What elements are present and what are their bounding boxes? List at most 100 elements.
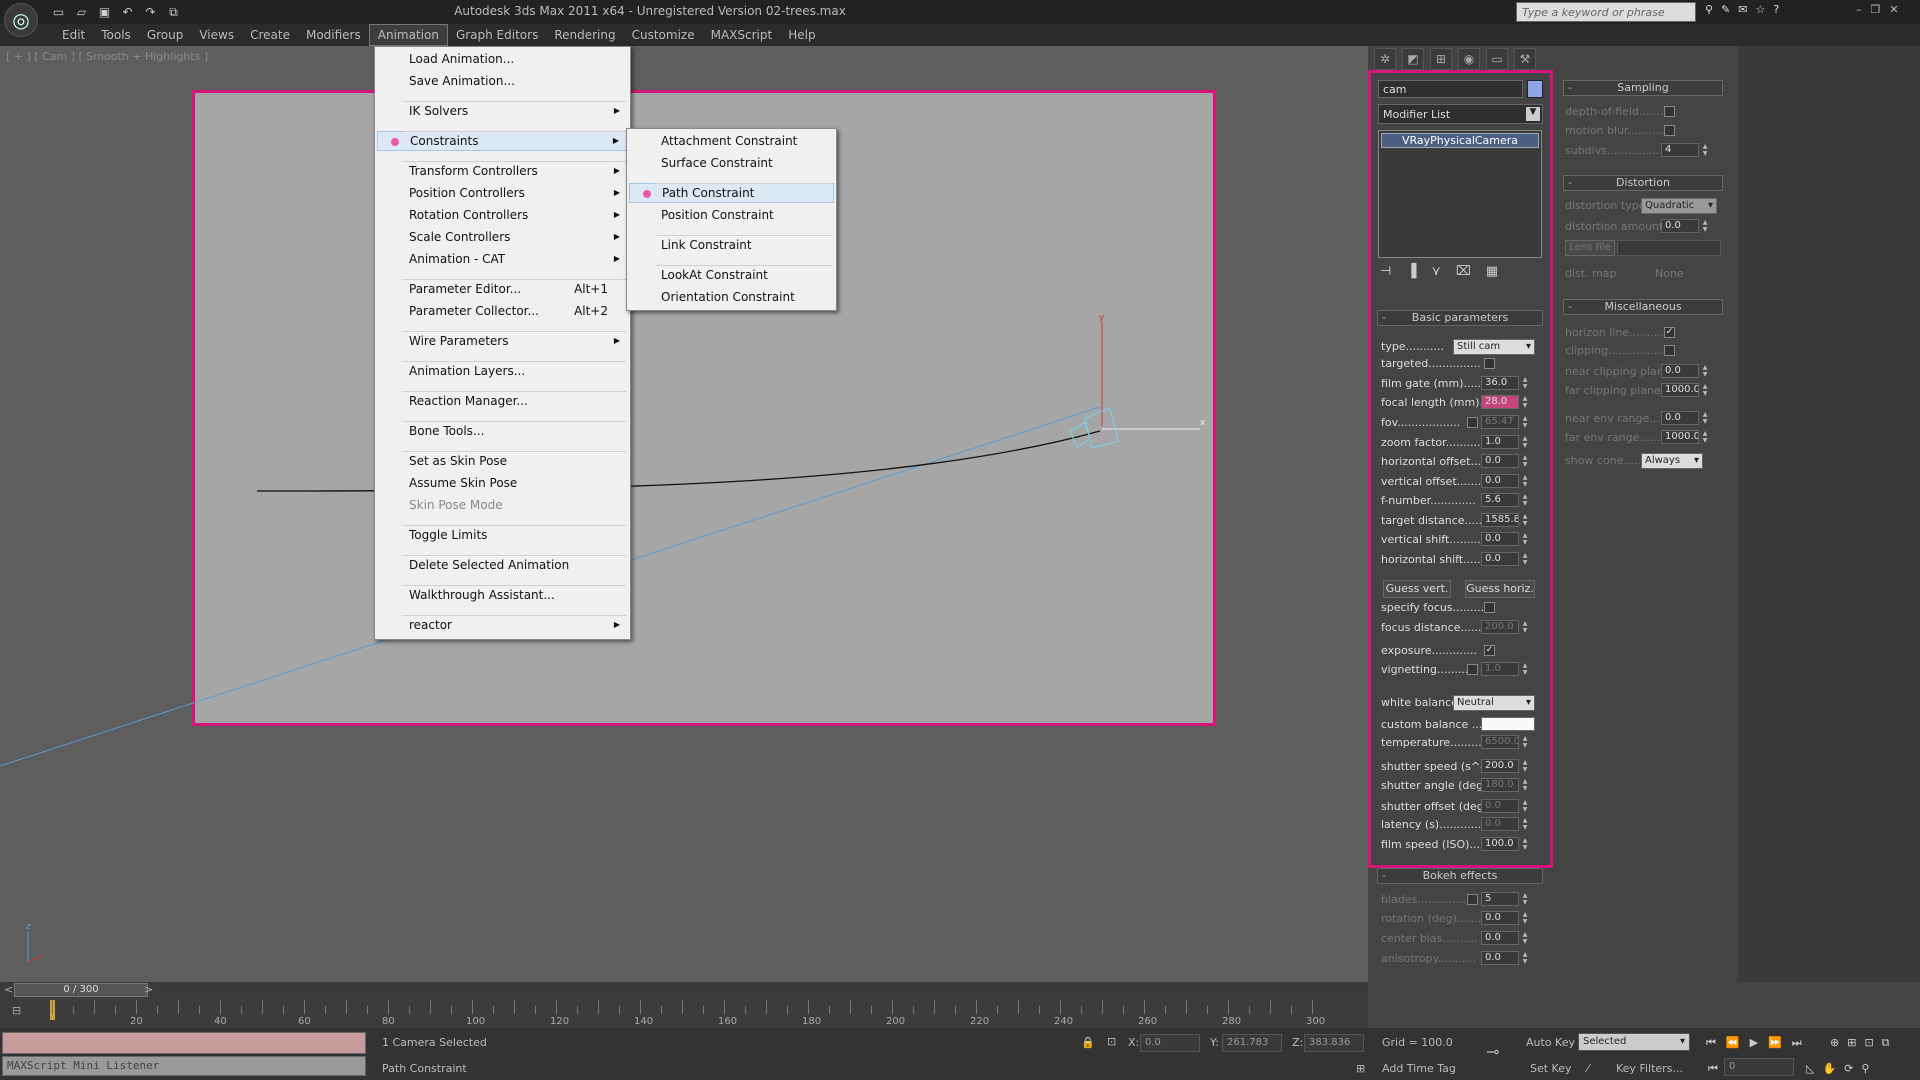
menu-item-set-as-skin-pose[interactable]: Set as Skin Pose [377,451,628,471]
param-spinner-field[interactable]: 200.0 [1481,620,1519,634]
modify-tab-icon[interactable]: ◩ [1402,48,1424,70]
menu-tools[interactable]: Tools [93,24,139,46]
menu-item-scale-controllers[interactable]: Scale Controllers ▶ [377,227,628,247]
param-checkbox[interactable] [1467,417,1478,428]
param-spinner-field[interactable]: 0.0 [1481,454,1519,468]
spinner-arrows-icon[interactable]: ▲ ▼ [1521,454,1529,468]
key-mode-toggle-icon[interactable]: ⏮ [1708,1062,1718,1076]
set-keys-icon[interactable]: ⁄ [1587,1062,1589,1075]
menu-item-reactor[interactable]: reactor ▶ [377,615,628,635]
absolute-mode-icon[interactable]: ⊡ [1107,1035,1116,1048]
menu-graph-editors[interactable]: Graph Editors [448,24,546,46]
show-cone-dropdown[interactable]: Always [1641,453,1703,469]
open-mini-curve-editor-icon[interactable]: ⊟ [12,1004,21,1017]
maxscript-listener-output[interactable] [2,1032,366,1054]
menu-create[interactable]: Create [242,24,298,46]
menu-item-rotation-controllers[interactable]: Rotation Controllers ▶ [377,205,628,225]
menu-item-reaction-manager[interactable]: Reaction Manager... [377,391,628,411]
spinner-arrows-icon[interactable]: ▲ ▼ [1521,493,1529,507]
spinner-arrows-icon[interactable]: ▲ ▼ [1521,911,1529,925]
search-input[interactable]: Type a keyword or phrase [1516,2,1696,22]
param-spinner-field[interactable]: 0.0 [1481,799,1519,813]
param-checkbox[interactable] [1484,602,1495,613]
spinner-arrows-icon[interactable]: ▲ ▼ [1521,552,1529,566]
menu-animation[interactable]: Animation [368,24,448,46]
current-frame-field[interactable]: 0 [1724,1058,1794,1076]
close-icon[interactable]: ✕ [1889,3,1898,16]
param-spinner-field[interactable]: 5.6 [1481,493,1519,507]
subscription-icon[interactable]: ✎ [1721,3,1730,16]
menu-item-parameter-editor[interactable]: Parameter Editor... Alt+1 [377,279,628,299]
menu-views[interactable]: Views [191,24,242,46]
spinner-arrows-icon[interactable]: ▲ ▼ [1701,364,1709,378]
create-tab-icon[interactable]: ✲ [1374,48,1396,70]
param-checkbox[interactable] [1467,894,1478,905]
new-file-icon[interactable]: ▭ [50,4,67,21]
spinner-arrows-icon[interactable]: ▲ ▼ [1701,219,1709,233]
spinner-arrows-icon[interactable]: ▲ ▼ [1701,143,1709,157]
param-spinner-field[interactable]: 0.0 [1481,931,1519,945]
distortion-type-dropdown[interactable]: Quadratic [1641,198,1717,214]
spinner-arrows-icon[interactable]: ▲ ▼ [1521,759,1529,773]
spinner-arrows-icon[interactable]: ▲ ▼ [1521,532,1529,546]
spinner-arrows-icon[interactable]: ▲ ▼ [1521,892,1529,906]
spinner-arrows-icon[interactable]: ▲ ▼ [1521,735,1529,749]
spinner-arrows-icon[interactable]: ▲ ▼ [1521,376,1529,390]
configure-modifier-sets-icon[interactable]: ▦ [1486,264,1498,279]
motion-tab-icon[interactable]: ◉ [1458,48,1480,70]
rollout-bokeh-effects[interactable]: - Bokeh effects [1377,868,1543,884]
param-spinner-field[interactable]: 1585.8 [1481,513,1519,527]
menu-edit[interactable]: Edit [54,24,93,46]
menu-maxscript[interactable]: MAXScript [703,24,781,46]
remove-modifier-icon[interactable]: ⌧ [1456,264,1471,279]
menu-item-position-controllers[interactable]: Position Controllers ▶ [377,183,628,203]
spinner-arrows-icon[interactable]: ▲ ▼ [1521,620,1529,634]
add-time-tag-button[interactable]: Add Time Tag [1382,1062,1456,1075]
param-spinner-field[interactable]: 200.0 [1481,759,1519,773]
menu-item-attachment-constraint[interactable]: Attachment Constraint [629,131,834,151]
stack-item[interactable]: VRayPhysicalCamera [1381,133,1539,148]
menu-item-lookat-constraint[interactable]: LookAt Constraint [629,265,834,285]
spinner-arrows-icon[interactable]: ▲ ▼ [1521,395,1529,409]
lens-file-button[interactable]: Lens file [1565,240,1615,256]
param-spinner-field[interactable]: 0.0 [1661,364,1699,378]
modifier-list-dropdown[interactable]: Modifier List ▼ [1378,104,1543,124]
menu-item-animation-cat[interactable]: Animation - CAT ▶ [377,249,628,269]
menu-customize[interactable]: Customize [624,24,703,46]
spinner-arrows-icon[interactable]: ▲ ▼ [1521,415,1529,429]
modifier-stack[interactable]: VRayPhysicalCamera [1378,130,1542,258]
spinner-arrows-icon[interactable]: ▲ ▼ [1521,817,1529,831]
restore-icon[interactable]: ❐ [1871,3,1881,16]
spinner-arrows-icon[interactable]: ▲ ▼ [1521,778,1529,792]
menu-item-load-animation[interactable]: Load Animation... [377,49,628,69]
spinner-arrows-icon[interactable]: ▲ ▼ [1521,799,1529,813]
walkthrough-icon[interactable]: ⚲ [1861,1062,1869,1075]
key-mode-dropdown[interactable]: Selected ▾ [1578,1033,1690,1051]
redo-icon[interactable]: ↷ [142,4,159,21]
guess-horiz-button[interactable]: Guess horiz. [1465,580,1535,598]
param-spinner-field[interactable]: 0.0 [1481,951,1519,965]
previous-frame-icon[interactable]: ⏪ [1726,1036,1740,1050]
pin-stack-icon[interactable]: ⊣ [1380,264,1391,279]
spinner-arrows-icon[interactable]: ▲ ▼ [1701,383,1709,397]
param-spinner-field[interactable]: 0.0 [1661,219,1699,233]
spinner-arrows-icon[interactable]: ▲ ▼ [1521,474,1529,488]
rollout-sampling[interactable]: - Sampling [1563,80,1723,96]
rollout-miscellaneous[interactable]: - Miscellaneous [1563,299,1723,315]
maxscript-listener-input[interactable]: MAXScript Mini Listener [2,1056,366,1076]
menu-item-position-constraint[interactable]: Position Constraint [629,205,834,225]
time-tag-icon[interactable]: ⊞ [1356,1062,1365,1075]
play-icon[interactable]: ▶ [1750,1036,1758,1050]
menu-item-parameter-collector[interactable]: Parameter Collector... Alt+2 [377,301,628,321]
custom-balance-swatch[interactable] [1481,717,1535,731]
display-tab-icon[interactable]: ▭ [1486,48,1508,70]
auto-key-button[interactable]: Auto Key [1526,1036,1575,1049]
next-frame-button-icon[interactable]: ⏩ [1768,1036,1782,1050]
zoom-all-icon[interactable]: ⊞ [1847,1036,1856,1050]
menu-modifiers[interactable]: Modifiers [298,24,369,46]
spinner-arrows-icon[interactable]: ▲ ▼ [1521,951,1529,965]
param-spinner-field[interactable]: 0.0 [1481,911,1519,925]
guess-vert-button[interactable]: Guess vert. [1383,580,1451,598]
menu-item-orientation-constraint[interactable]: Orientation Constraint [629,287,834,307]
param-spinner-field[interactable]: 0.0 [1481,552,1519,566]
